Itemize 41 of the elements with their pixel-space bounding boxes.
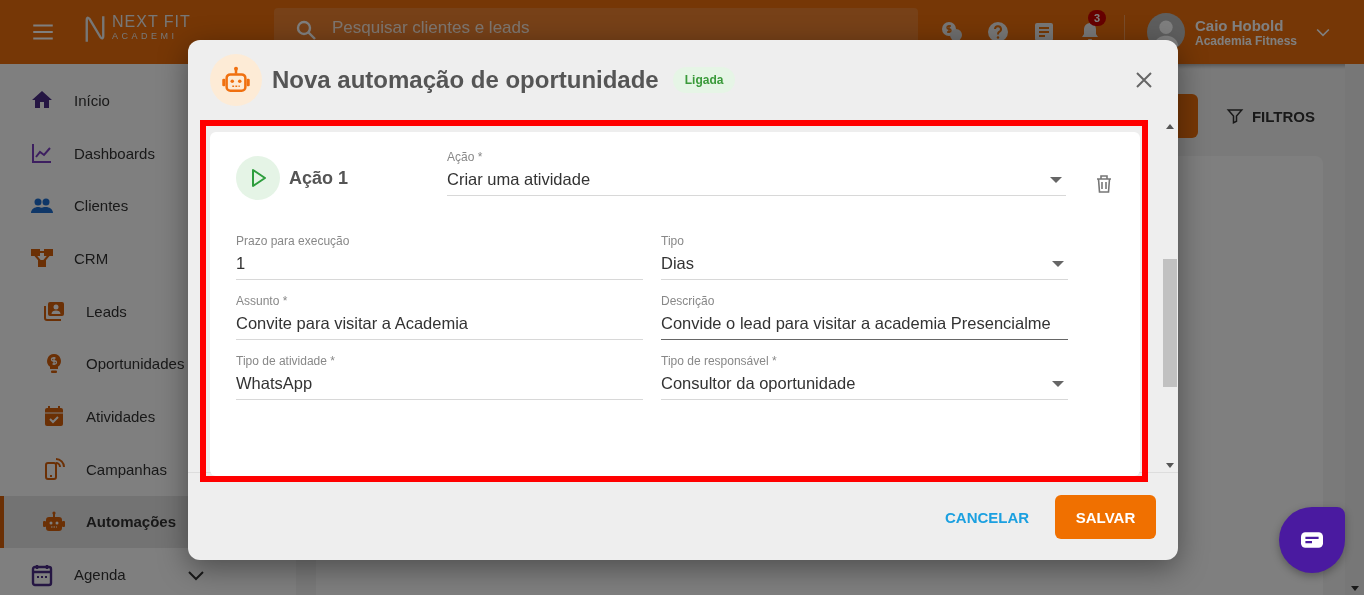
save-button[interactable]: SALVAR xyxy=(1055,495,1156,539)
dialog-title: Nova automação de oportunidade xyxy=(272,66,659,94)
search-field[interactable]: Pesquisar clientes e leads xyxy=(332,18,632,38)
search-icon xyxy=(294,18,318,42)
notification-badge: 3 xyxy=(1088,10,1107,26)
scroll-down-icon[interactable] xyxy=(1350,586,1359,591)
action-title: Ação 1 xyxy=(289,168,350,189)
sidebar-item[interactable]: Agenda xyxy=(0,548,296,595)
filters-button[interactable]: FILTROS xyxy=(1217,107,1323,125)
scrollbar-thumb[interactable] xyxy=(1163,259,1177,387)
company-name: Academia Fitness xyxy=(1195,33,1298,48)
input-field[interactable]: Tipo de atividade * WhatsApp xyxy=(236,354,643,400)
robot-icon xyxy=(42,509,66,534)
filter-icon xyxy=(1225,107,1244,125)
chat-button[interactable] xyxy=(1279,507,1345,573)
logo-subtitle: ACADEMI xyxy=(112,32,179,41)
caret-icon xyxy=(1050,176,1062,183)
caret-icon xyxy=(1052,260,1064,267)
user-name: Caio Hobold xyxy=(1195,16,1285,34)
chevron-icon xyxy=(188,568,204,581)
robot-icon xyxy=(210,54,262,106)
input-field[interactable]: Assunto * Convite para visitar a Academia xyxy=(236,294,643,340)
scroll-up-icon[interactable] xyxy=(1166,124,1174,129)
chat-icon xyxy=(1301,532,1323,548)
phone-signal-icon xyxy=(42,457,66,482)
select-field[interactable]: Tipo de responsável * Consultor da oportunidade xyxy=(661,354,1068,400)
select-field[interactable]: Ação * Criar uma atividade xyxy=(447,150,1066,196)
input-field[interactable]: Prazo para execução 1 xyxy=(236,234,643,280)
logo-title: NEXT FIT xyxy=(112,14,191,30)
contact-card-icon xyxy=(42,299,66,324)
sidebar-item[interactable]: Campanhas xyxy=(0,442,296,496)
calendar-check-icon xyxy=(42,404,66,429)
line-chart-icon xyxy=(30,141,54,166)
status-badge: Ligada xyxy=(672,67,736,93)
calendar-icon xyxy=(30,562,54,587)
select-field[interactable]: Tipo Dias xyxy=(661,234,1068,280)
input-field[interactable]: Descrição Convide o lead para visitar a academia Presencialme xyxy=(661,294,1068,340)
logo-icon xyxy=(84,14,106,44)
caret-icon xyxy=(1052,380,1064,387)
play-icon xyxy=(236,156,280,200)
scroll-down-icon[interactable] xyxy=(1166,463,1174,468)
